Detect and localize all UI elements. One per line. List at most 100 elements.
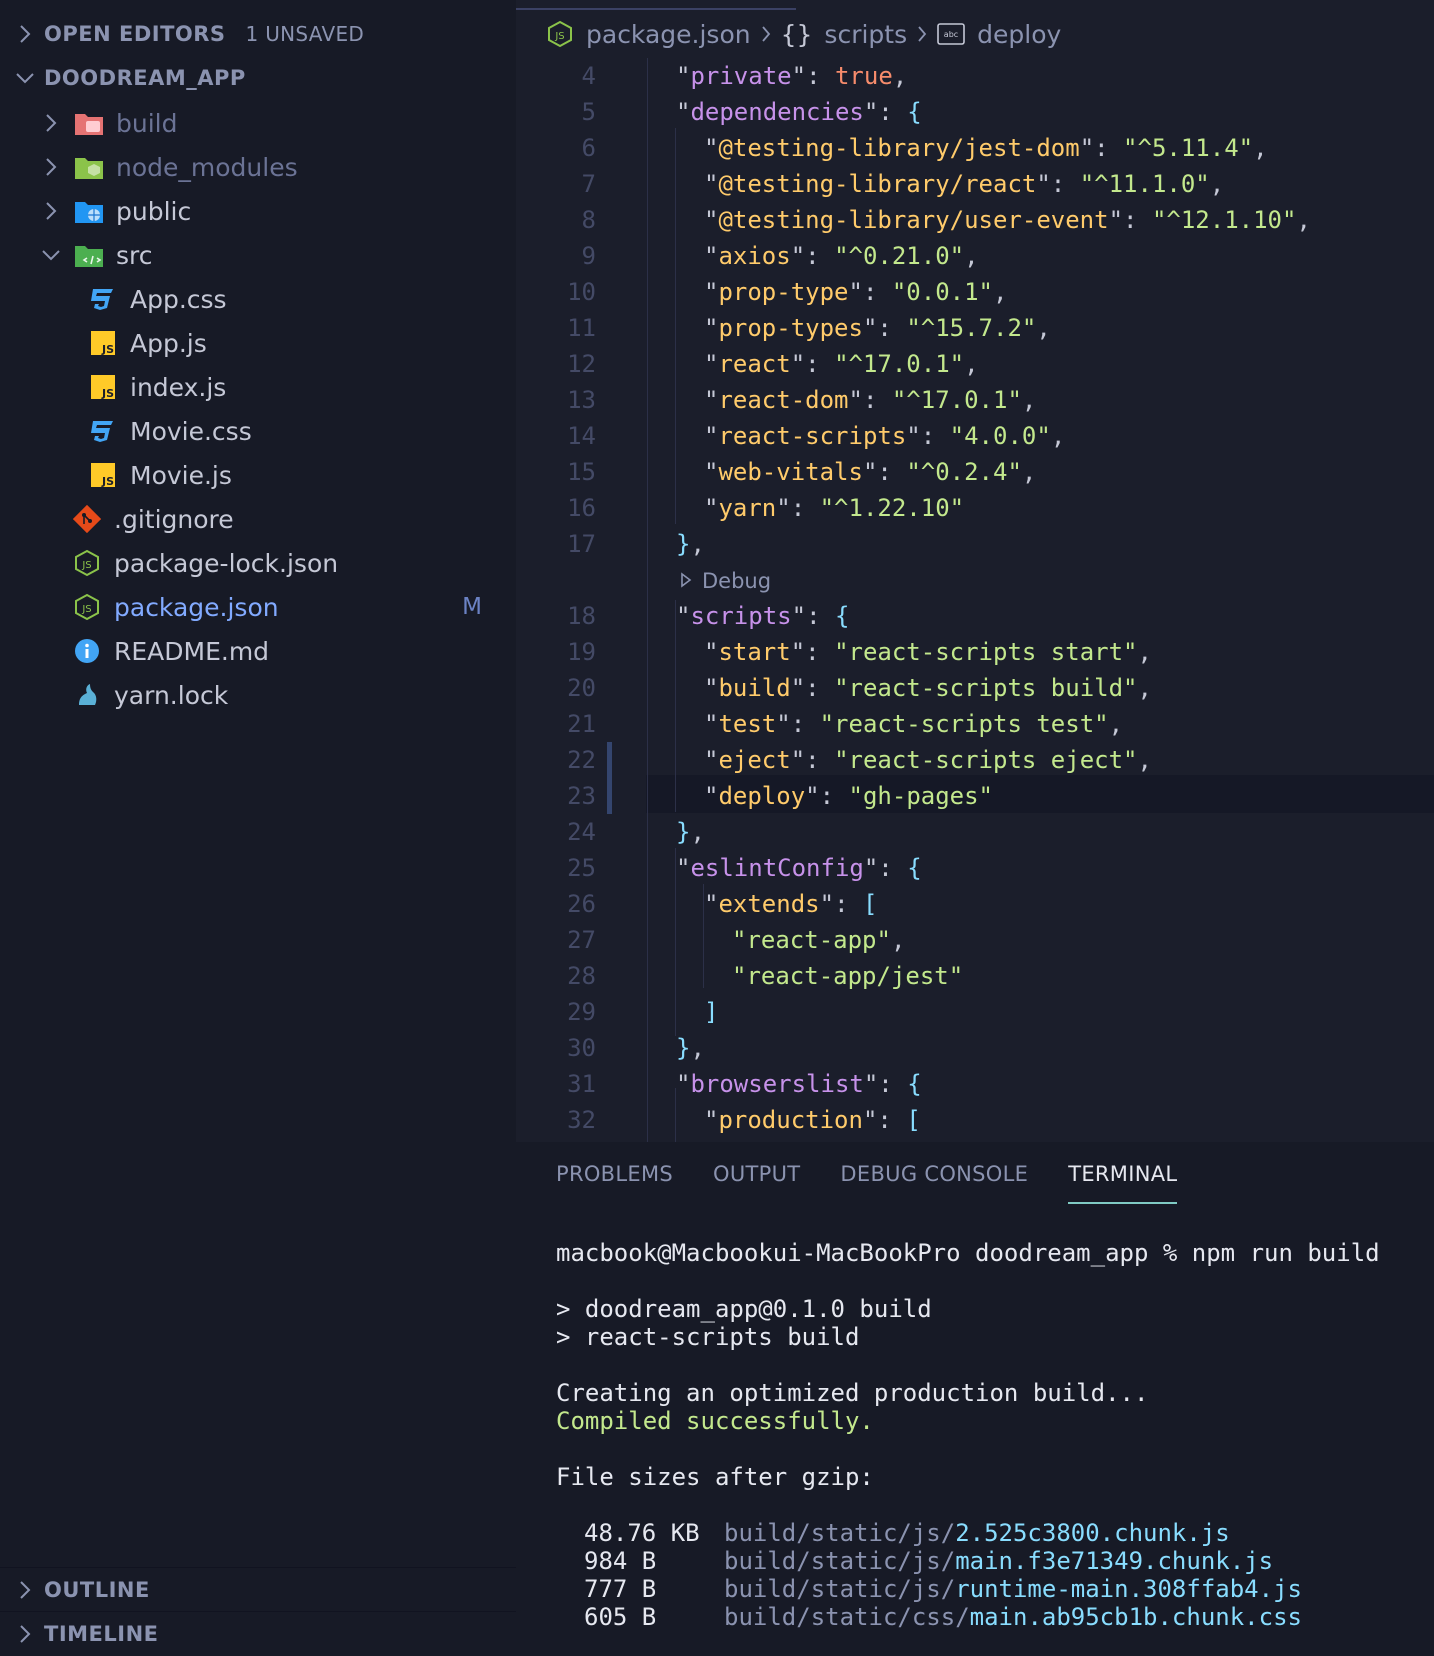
code-text: },: [676, 1034, 705, 1062]
line-number: 26: [567, 890, 596, 918]
tab-debug-console[interactable]: DEBUG CONSOLE: [840, 1162, 1028, 1202]
code-text: "scripts": {: [676, 602, 850, 630]
svg-text:JS: JS: [554, 31, 564, 42]
tree-file-index-js[interactable]: JS index.js: [0, 365, 516, 409]
code-line: 20 "build": "react-scripts build",: [516, 670, 1434, 706]
git-icon: [72, 504, 102, 534]
timeline-title: TIMELINE: [44, 1622, 159, 1646]
line-number: 14: [567, 422, 596, 450]
code-line: 31 "browserslist": {: [516, 1066, 1434, 1102]
breadcrumb: JS package.json {} scripts abc deploy: [546, 14, 1061, 54]
svg-text:JS: JS: [81, 560, 91, 571]
terminal-sizes-header: File sizes after gzip:: [556, 1463, 874, 1491]
outline-header[interactable]: OUTLINE: [0, 1567, 516, 1612]
code-line: 21 "test": "react-scripts test",: [516, 706, 1434, 742]
svg-text:JS: JS: [81, 604, 91, 615]
tree-file-readme[interactable]: README.md: [0, 629, 516, 673]
tree-file-gitignore[interactable]: .gitignore: [0, 497, 516, 541]
js-icon: JS: [88, 460, 118, 490]
yarn-icon: [72, 680, 102, 710]
open-editors-title: OPEN EDITORS: [44, 22, 226, 46]
project-folder-header[interactable]: DOODREAM_APP: [0, 56, 516, 100]
chevron-right-icon: [40, 156, 62, 178]
code-text: "dependencies": {: [676, 98, 922, 126]
tab-output[interactable]: OUTPUT: [713, 1162, 800, 1202]
code-text: "production": [: [704, 1106, 921, 1134]
tree-file-app-css[interactable]: App.css: [0, 277, 516, 321]
tab-problems[interactable]: PROBLEMS: [556, 1162, 673, 1202]
active-tab-indicator: [516, 8, 796, 10]
breadcrumb-field[interactable]: deploy: [977, 20, 1061, 49]
file-name: runtime-main.308ffab4.js: [955, 1575, 1302, 1603]
tree-file-movie-css[interactable]: Movie.css: [0, 409, 516, 453]
line-number: 7: [581, 170, 596, 198]
line-number: 16: [567, 494, 596, 522]
tree-folder-node-modules[interactable]: node_modules: [0, 145, 516, 189]
tree-item-label: package.json: [114, 592, 279, 622]
code-text: "prop-type": "0.0.1",: [704, 278, 1008, 306]
code-line: 13 "react-dom": "^17.0.1",: [516, 382, 1434, 418]
code-line: 5 "dependencies": {: [516, 94, 1434, 130]
tree-folder-build[interactable]: build: [0, 101, 516, 145]
braces-icon: {}: [780, 19, 813, 49]
file-name: main.ab95cb1b.chunk.css: [969, 1603, 1302, 1631]
tree-file-app-js[interactable]: JS App.js: [0, 321, 516, 365]
folder-src-icon: [74, 240, 104, 270]
tree-item-label: src: [116, 240, 153, 270]
nodejs-icon: JS: [72, 548, 102, 578]
css-icon: [88, 284, 118, 314]
line-number: 4: [581, 62, 596, 90]
tree-item-label: .gitignore: [114, 504, 234, 534]
line-number: 20: [567, 674, 596, 702]
code-text: ]: [704, 998, 719, 1026]
file-size: 777 B: [584, 1575, 657, 1603]
tree-file-package-json[interactable]: JS package.json M: [0, 585, 516, 629]
code-line: 17},: [516, 526, 1434, 562]
string-icon: abc: [937, 23, 965, 45]
file-size: 605 B: [584, 1603, 657, 1631]
code-line: 6 "@testing-library/jest-dom": "^5.11.4",: [516, 130, 1434, 166]
file-size: 48.76 KB: [584, 1519, 700, 1547]
code-text: "eslintConfig": {: [676, 854, 922, 882]
code-line: 14 "react-scripts": "4.0.0",: [516, 418, 1434, 454]
debug-codelens[interactable]: Debug: [680, 566, 771, 596]
tab-terminal[interactable]: TERMINAL: [1068, 1162, 1178, 1204]
chevron-right-icon: [14, 1579, 36, 1601]
line-number: 27: [567, 926, 596, 954]
chevron-down-icon: [14, 67, 36, 89]
tree-item-label: build: [116, 108, 178, 138]
tree-file-movie-js[interactable]: JS Movie.js: [0, 453, 516, 497]
unsaved-count: 1 UNSAVED: [245, 22, 365, 46]
line-number: 24: [567, 818, 596, 846]
file-name: 2.525c3800.chunk.js: [955, 1519, 1230, 1547]
line-number: 17: [567, 530, 596, 558]
breadcrumb-separator-icon: [917, 20, 927, 49]
tree-folder-src[interactable]: src: [0, 233, 516, 277]
breadcrumb-file[interactable]: package.json: [586, 20, 751, 49]
code-text: "extends": [: [704, 890, 878, 918]
file-size: 984 B: [584, 1547, 657, 1575]
code-line: 9 "axios": "^0.21.0",: [516, 238, 1434, 274]
tree-folder-public[interactable]: public: [0, 189, 516, 233]
code-line: 25 "eslintConfig": {: [516, 850, 1434, 886]
open-editors-header[interactable]: OPEN EDITORS 1 UNSAVED: [0, 12, 516, 56]
explorer-sidebar: OPEN EDITORS 1 UNSAVED DOODREAM_APP buil…: [0, 0, 516, 1656]
tree-item-label: yarn.lock: [114, 680, 229, 710]
line-number: 9: [581, 242, 596, 270]
tree-file-package-lock-json[interactable]: JS package-lock.json: [0, 541, 516, 585]
code-line: 15 "web-vitals": "^0.2.4",: [516, 454, 1434, 490]
tree-file-yarn-lock[interactable]: yarn.lock: [0, 673, 516, 717]
timeline-header[interactable]: TIMELINE: [0, 1611, 516, 1656]
modified-badge: M: [462, 594, 482, 620]
code-text: "eject": "react-scripts eject",: [704, 746, 1152, 774]
code-editor[interactable]: JS package.json {} scripts abc deploy De…: [516, 0, 1434, 1142]
code-line: 8 "@testing-library/user-event": "^12.1.1…: [516, 202, 1434, 238]
tree-item-label: Movie.css: [130, 416, 252, 446]
code-text: "react-app/jest": [732, 962, 964, 990]
code-line: 12 "react": "^17.0.1",: [516, 346, 1434, 382]
code-text: "build": "react-scripts build",: [704, 674, 1152, 702]
code-text: },: [676, 818, 705, 846]
breadcrumb-section[interactable]: scripts: [824, 20, 907, 49]
line-number: 21: [567, 710, 596, 738]
folder-build-icon: [74, 108, 104, 138]
